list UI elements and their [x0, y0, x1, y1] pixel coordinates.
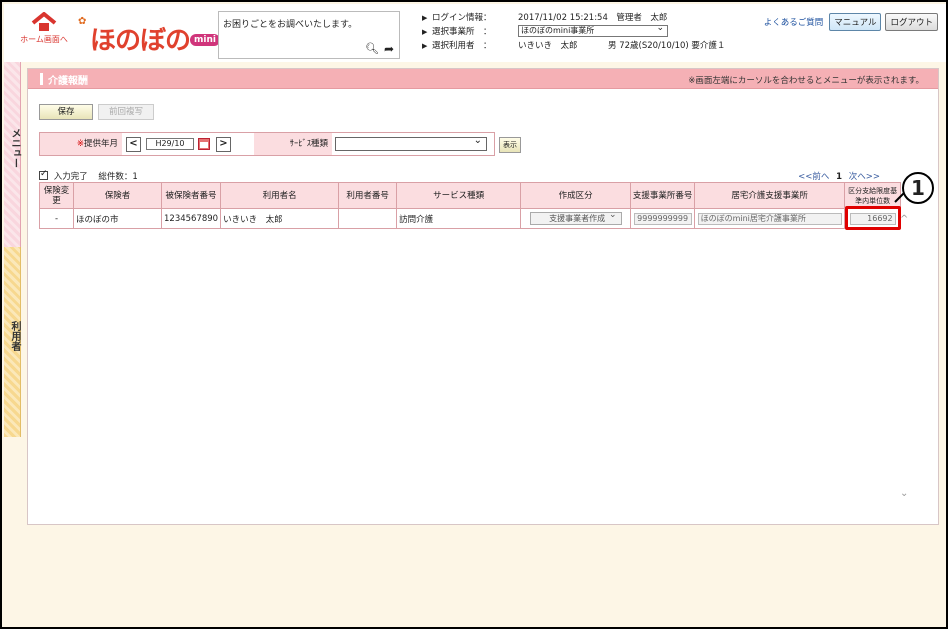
month-label-cell: ※提供年月: [40, 133, 122, 155]
input-done-label: 入力完了: [53, 172, 88, 182]
pager-next[interactable]: 次へ>>: [849, 172, 880, 182]
home-icon: [31, 12, 57, 31]
required-mark: ※: [76, 139, 84, 149]
main-panel: 介護報酬 ※画面左端にカーソルを合わせるとメニューが表示されます。 保存 前回複…: [27, 68, 939, 525]
office-number-input[interactable]: 9999999999: [633, 212, 692, 225]
cell-change: -: [39, 208, 74, 229]
scroll-up-icon[interactable]: ^: [900, 214, 908, 225]
month-label: 提供年月: [83, 139, 118, 149]
title-marker-icon: [40, 73, 43, 85]
side-menu-tab[interactable]: メニュー: [4, 62, 21, 247]
save-button[interactable]: 保存: [39, 104, 93, 120]
login-info-row: ▶ ログイン情報： 2017/11/02 15:21:54 管理者 太郎: [422, 11, 762, 25]
scroll-down-icon[interactable]: ⌄: [900, 488, 908, 499]
col-insurer: 保険者: [73, 182, 162, 209]
next-month-button[interactable]: >: [216, 137, 231, 152]
col-care-office: 居宅介護支援事業所: [694, 182, 846, 209]
col-category: 作成区分: [520, 182, 632, 209]
care-office-input[interactable]: ほのぼのmini居宅介護事業所: [697, 212, 842, 225]
col-user-name: 利用者名: [220, 182, 340, 209]
selected-user-name: いきいき 太郎: [518, 41, 578, 51]
cell-service-type: 訪問介護: [396, 208, 522, 229]
selected-user-detail: 男 72歳(S20/10/10) 要介護１: [608, 41, 726, 51]
cell-user-number: [338, 208, 398, 229]
pager-prev[interactable]: <<前へ: [798, 172, 829, 182]
app-frame: ホーム画面へ ✿ ほのぼの mini お困りごとをお調べいたします。 🔍︎ ➦ …: [0, 0, 948, 629]
bullet-icon: ▶: [422, 14, 428, 22]
filter-bar: ※提供年月 < H29/10 > ｻｰﾋﾞｽ種類: [39, 132, 495, 156]
help-search-box[interactable]: お困りごとをお調べいたします。 🔍︎ ➦: [218, 11, 400, 59]
table-scrollbar[interactable]: ^ ⌄: [898, 214, 912, 499]
side-user-label: 利用者: [9, 321, 20, 351]
pager: <<前へ 1 次へ>>: [798, 170, 880, 182]
table-header-row: 保険変更 保険者 被保険者番号 利用者名 利用者番号 サービス種類 作成区分 支…: [39, 182, 902, 209]
bullet-icon: ▶: [422, 28, 428, 36]
cell-user-name: いきいき 太郎: [220, 208, 340, 229]
col-units: 区分支給限度基準内単位数: [844, 182, 902, 209]
help-search-placeholder: お困りごとをお調べいたします。: [223, 20, 358, 30]
col-insured-number: 被保険者番号: [160, 182, 222, 209]
cell-insurer: ほのぼの市: [73, 208, 162, 229]
col-insurance-change: 保険変更: [39, 182, 74, 209]
go-arrow-icon[interactable]: ➦: [384, 42, 394, 56]
faq-link[interactable]: よくあるご質問: [764, 16, 824, 28]
office-select[interactable]: ほのぼのmini事業所: [518, 23, 668, 37]
page-title: 介護報酬: [48, 76, 88, 87]
home-button[interactable]: ホーム画面へ: [18, 12, 70, 56]
logo-mark-icon: ✿: [78, 16, 87, 27]
app-logo: ✿ ほのぼの mini: [78, 16, 220, 56]
cell-office-number: 9999999999: [630, 208, 696, 229]
pager-current: 1: [836, 172, 843, 182]
home-button-label: ホーム画面へ: [20, 35, 68, 44]
category-select[interactable]: 支援事業者作成: [529, 210, 622, 225]
cell-care-office: ほのぼのmini居宅介護事業所: [694, 208, 846, 229]
logo-text: ほのぼの: [90, 26, 191, 56]
cell-insured-number: 1234567890: [160, 208, 222, 229]
cell-category: 支援事業者作成: [520, 208, 632, 229]
service-label-cell: ｻｰﾋﾞｽ種類: [254, 133, 332, 155]
header: ホーム画面へ ✿ ほのぼの mini お困りごとをお調べいたします。 🔍︎ ➦ …: [4, 4, 946, 62]
units-highlight: [845, 206, 901, 230]
user-row: ▶ 選択利用者 ： いきいき 太郎 男 72歳(S20/10/10) 要介護１: [422, 39, 762, 53]
logout-button[interactable]: ログアウト: [885, 13, 938, 31]
service-type-select[interactable]: [335, 135, 487, 151]
office-label: 選択事業所 ：: [432, 27, 492, 37]
table-row: - ほのぼの市 1234567890 いきいき 太郎 訪問介護 支援事業者作成 …: [39, 208, 902, 229]
col-user-number: 利用者番号: [338, 182, 398, 209]
session-info: ▶ ログイン情報： 2017/11/02 15:21:54 管理者 太郎 ▶ 選…: [422, 11, 762, 53]
service-type-label: ｻｰﾋﾞｽ種類: [289, 139, 328, 149]
bullet-icon: ▶: [422, 42, 428, 50]
copy-previous-button[interactable]: 前回複写: [98, 104, 154, 120]
office-row: ▶ 選択事業所 ： ほのぼのmini事業所: [422, 23, 762, 39]
side-user-tab[interactable]: 利用者: [4, 247, 21, 437]
prev-month-button[interactable]: <: [126, 137, 141, 152]
col-service-type: サービス種類: [396, 182, 522, 209]
login-info-label: ログイン情報：: [432, 13, 492, 23]
month-input[interactable]: H29/10: [146, 138, 194, 150]
panel-hint: ※画面左端にカーソルを合わせるとメニューが表示されます。: [688, 76, 924, 86]
col-office-number: 支援事業所番号: [630, 182, 696, 209]
logo-badge: mini: [190, 34, 220, 46]
login-info-value: 2017/11/02 15:21:54 管理者 太郎: [518, 13, 668, 23]
calendar-icon[interactable]: [198, 138, 210, 150]
user-label: 選択利用者 ：: [432, 41, 492, 51]
panel-title-bar: 介護報酬 ※画面左端にカーソルを合わせるとメニューが表示されます。: [28, 69, 938, 89]
total-count: 総件数：1: [98, 172, 138, 182]
search-icon[interactable]: 🔍︎: [365, 42, 379, 55]
claims-table: 保険変更 保険者 被保険者番号 利用者名 利用者番号 サービス種類 作成区分 支…: [39, 182, 902, 229]
input-done-checkbox[interactable]: [39, 169, 48, 180]
show-button[interactable]: 表示: [499, 137, 521, 153]
manual-button[interactable]: マニュアル: [829, 13, 882, 31]
input-done-row: 入力完了 総件数：1: [39, 169, 138, 182]
side-menu-label: メニュー: [9, 128, 20, 168]
top-links: よくあるご質問 マニュアル ログアウト: [764, 13, 938, 31]
callout-number: 1: [902, 172, 934, 204]
